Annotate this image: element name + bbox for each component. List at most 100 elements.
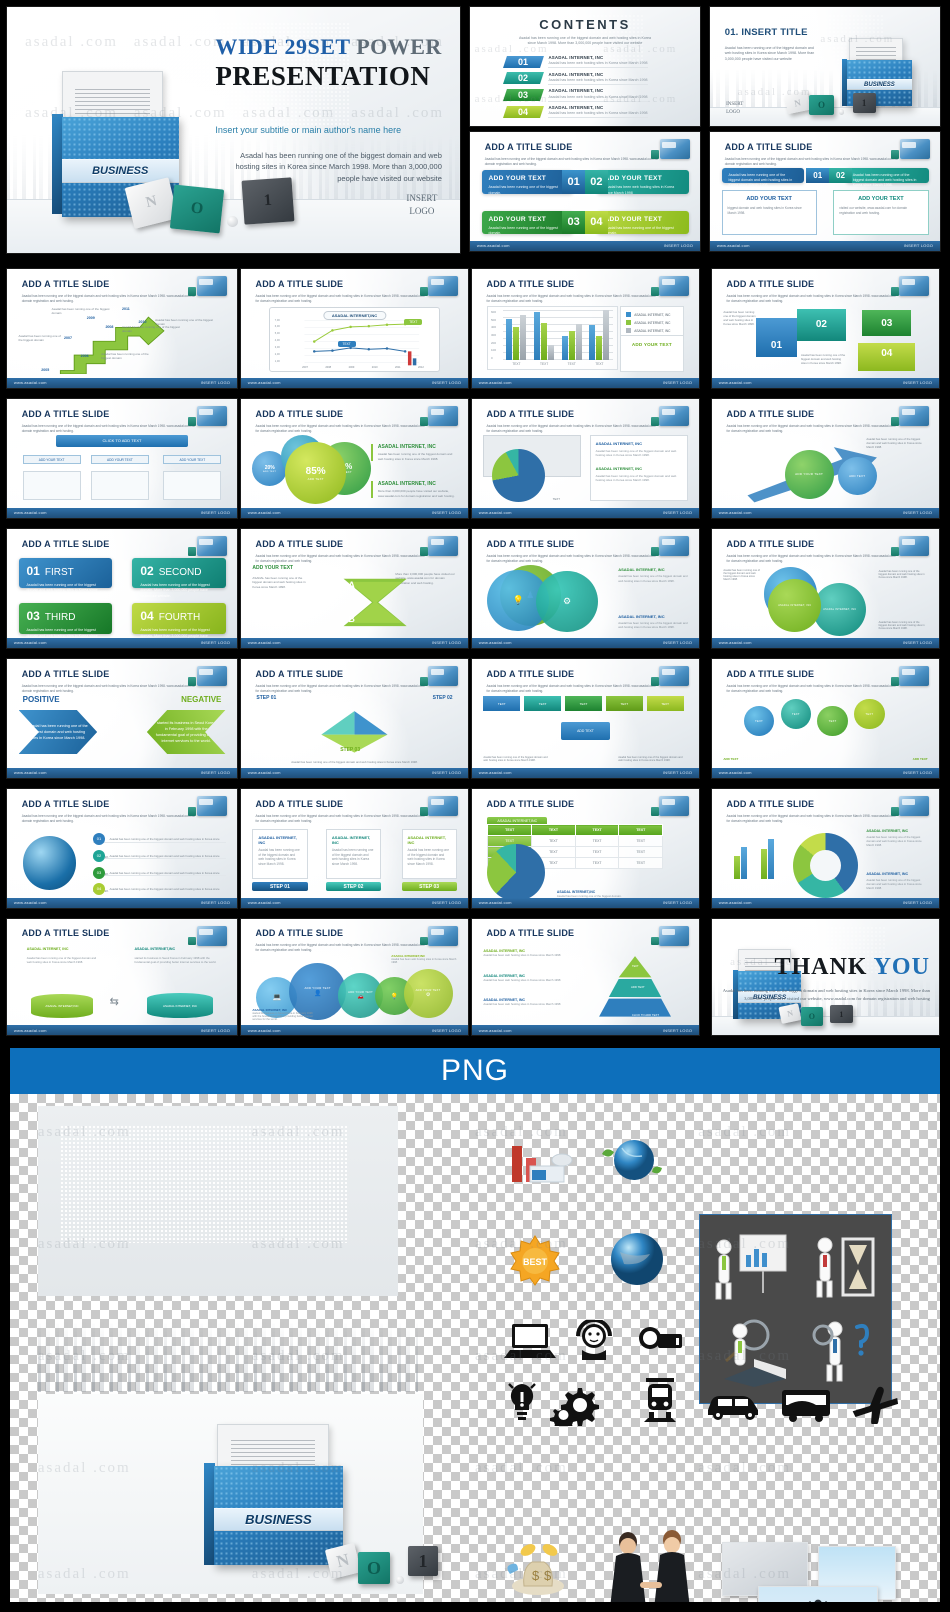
slide-positive-negative[interactable]: ADD A TITLE SLIDE Asadal has been runnin…: [6, 658, 238, 779]
world-map-asset[interactable]: [38, 1106, 398, 1296]
step-tab[interactable]: STEP 01: [252, 882, 308, 891]
laptop-icon[interactable]: [502, 1322, 558, 1367]
slide-hero-title[interactable]: BUSINESS N O 1 WIDE 29SET POWER PRESENTA…: [6, 6, 461, 254]
cylinder-left[interactable]: ASADAL INTERNET,INC: [30, 994, 93, 1019]
photo-frames-asset[interactable]: [722, 1542, 902, 1602]
slide-two-box[interactable]: ADD A TITLE SLIDE Asadal has been runnin…: [709, 131, 941, 252]
slide-insert-title[interactable]: 01. INSERT TITLE Asadal has been running…: [709, 6, 941, 127]
slide-ribbon-numbers[interactable]: ADD A TITLE SLIDE Asadal has been runnin…: [711, 268, 940, 389]
content-box[interactable]: ADD YOUR TEXT visited our website, www.a…: [833, 189, 929, 236]
cluster-circle[interactable]: ASADAL INTERNET, INC: [768, 579, 822, 633]
contents-item[interactable]: 02 ASADAL INTERNET, INC Asadal has been …: [502, 72, 673, 86]
number-card[interactable]: 01 FIRST Asadal has been running one of t…: [18, 557, 112, 598]
row-item[interactable]: 03 Asadal has been running one of the bi…: [93, 861, 226, 893]
tree-node[interactable]: TEXT: [743, 705, 775, 737]
cube-panel[interactable]: ADD YOUR TEXT Asadal has been running on…: [597, 210, 689, 235]
arrow-bubble[interactable]: ADD TEXT: [837, 456, 877, 496]
slide-contents[interactable]: CONTENTS Asadal has been running one of …: [469, 6, 701, 127]
contents-item[interactable]: 04 ASADAL INTERNET, INC Asadal has been …: [502, 105, 673, 119]
ribbon-chip[interactable]: 04: [858, 343, 916, 371]
chip[interactable]: TEXT: [483, 696, 521, 712]
step-card[interactable]: ASADAL INTERNET, INC Asadal has been run…: [401, 828, 457, 879]
tree-node[interactable]: TEXT: [854, 698, 885, 730]
venn-circle[interactable]: ADD YOUR TEXT ⚙: [403, 968, 453, 1018]
ribbon-chip[interactable]: 03: [862, 310, 912, 337]
chip[interactable]: TEXT: [646, 696, 684, 712]
slide-org-chart[interactable]: ADD A TITLE SLIDE Asadal has been runnin…: [6, 398, 238, 519]
step-tab[interactable]: STEP 02: [325, 882, 382, 891]
row-item[interactable]: 04 Asadal has been running one of the bi…: [93, 877, 225, 908]
handshake-businessmen-asset[interactable]: [594, 1526, 706, 1602]
slide-table-pie[interactable]: ADD A TITLE SLIDE ASADAL INTERNET,INC TE…: [471, 788, 700, 909]
tree-node[interactable]: TEXT: [780, 698, 812, 730]
slide-cube-four-panel[interactable]: ADD A TITLE SLIDE Asadal has been runnin…: [469, 131, 701, 252]
cube-panel[interactable]: ADD YOUR TEXT Asadal has been running on…: [481, 210, 573, 235]
slide-three-steps[interactable]: ADD A TITLE SLIDE Asadal has been runnin…: [240, 658, 469, 779]
slide-venn-icons[interactable]: ADD A TITLE SLIDE Asadal has been runnin…: [240, 918, 469, 1036]
plane-icon[interactable]: [850, 1386, 902, 1429]
negative-chevron[interactable]: started its business in Seoul Korea in F…: [146, 709, 226, 755]
slide-arrow-bubbles[interactable]: ADD A TITLE SLIDE Asadal has been runnin…: [711, 398, 940, 519]
slide-thank-you[interactable]: BUSINESS N O 1 THANK YOU Asadal has been…: [711, 918, 940, 1036]
org-root-node[interactable]: CLICK TO ADD TEXT: [55, 434, 189, 448]
gear-icon[interactable]: [550, 1384, 600, 1433]
org-node[interactable]: ADD YOUR TEXT: [22, 455, 81, 465]
car-icon[interactable]: [704, 1390, 764, 1425]
bus-icon[interactable]: [780, 1388, 832, 1427]
slide-pyramid[interactable]: ADD A TITLE SLIDE ASADAL INTERNET, INC A…: [471, 918, 700, 1036]
chip[interactable]: TEXT: [565, 696, 602, 712]
globe-leaf-asset[interactable]: [600, 1132, 666, 1190]
chip[interactable]: TEXT: [605, 696, 643, 712]
org-node[interactable]: ADD YOUR TEXT: [163, 455, 222, 465]
slide-percent-bubbles[interactable]: ADD A TITLE SLIDE Asadal has been runnin…: [240, 398, 469, 519]
positive-chevron[interactable]: Asadal has been running one of the bigge…: [18, 709, 98, 755]
globe-asset[interactable]: [608, 1230, 666, 1288]
figures-dark-panel[interactable]: [699, 1214, 892, 1404]
cylinder-right[interactable]: ASADAL INTERNET, INC: [146, 992, 214, 1019]
slide-timeline-arrow[interactable]: ADD A TITLE SLIDE Asadal has been runnin…: [6, 268, 238, 389]
city-skyline-asset[interactable]: [38, 1322, 418, 1392]
number-card[interactable]: 03 THIRD Asadal has been running one of t…: [18, 603, 112, 643]
slide-step-columns[interactable]: ADD A TITLE SLIDE Asadal has been runnin…: [240, 788, 469, 909]
tree-node[interactable]: TEXT: [817, 705, 848, 737]
slide-line-chart[interactable]: ADD A TITLE SLIDE Asadal has been runnin…: [240, 268, 469, 389]
magnifier-icon[interactable]: [634, 1324, 686, 1361]
slide-number-cards[interactable]: ADD A TITLE SLIDE 01 FIRST Asadal has bee…: [6, 528, 238, 649]
slide-five-chips[interactable]: ADD A TITLE SLIDE Asadal has been runnin…: [471, 658, 700, 779]
row-item[interactable]: 01 Asadal has been running one of the bi…: [93, 827, 226, 859]
center-chip[interactable]: ADD TEXT: [560, 722, 610, 741]
percent-bubble[interactable]: 85% ADD TEXT: [285, 442, 347, 504]
top-panel[interactable]: Asadal has been running one of the bigge…: [721, 167, 805, 187]
row-item[interactable]: 02 Asadal has been running one of the bi…: [93, 844, 226, 876]
step-card[interactable]: ASADAL INTERNET, INC Asadal has been run…: [325, 828, 382, 879]
money-bag-asset[interactable]: $ $: [504, 1534, 574, 1602]
org-node[interactable]: ADD YOUR TEXT: [90, 455, 149, 465]
chart-annotation-box[interactable]: ADD YOUR TEXT: [620, 335, 684, 373]
ribbon-chip[interactable]: 01: [756, 318, 797, 358]
top-panel[interactable]: Asadal has been running one of the bigge…: [845, 167, 929, 187]
slide-ab-hourglass[interactable]: ADD A TITLE SLIDE Asadal has been runnin…: [240, 528, 469, 649]
content-box[interactable]: ADD YOUR TEXT biggest domain and web hos…: [721, 189, 817, 236]
number-card[interactable]: 02 SECOND Asadal has been running one of …: [132, 557, 226, 598]
ribbon-chip[interactable]: 02: [796, 308, 846, 341]
train-icon[interactable]: [640, 1376, 680, 1429]
cube-panel[interactable]: ADD YOUR TEXT Asadal has been running on…: [481, 170, 573, 195]
step-tab[interactable]: STEP 03: [401, 882, 457, 891]
cube-panel[interactable]: ADD YOUR TEXT Asadal has been web hostin…: [597, 170, 689, 195]
bar-chart-asset[interactable]: [506, 1134, 576, 1190]
slide-cylinders[interactable]: ADD A TITLE SLIDE ASADAL INTERNET, INC A…: [6, 918, 238, 1036]
slide-globe-people[interactable]: ADD A TITLE SLIDE Asadal has been runnin…: [6, 788, 238, 909]
bulb-icon[interactable]: [504, 1380, 540, 1429]
chip[interactable]: TEXT: [524, 696, 561, 712]
slide-pie-photo[interactable]: ADD A TITLE SLIDE Asadal has been runnin…: [471, 398, 700, 519]
arrow-bubble[interactable]: ADD YOUR TEXT: [784, 449, 834, 499]
venn-circle[interactable]: ⚙: [536, 571, 598, 633]
slide-bar-chart[interactable]: ADD A TITLE SLIDE Asadal has been runnin…: [471, 268, 700, 389]
slide-three-circles[interactable]: ADD A TITLE SLIDE Asadal has been runnin…: [471, 528, 700, 649]
step-card[interactable]: ASADAL INTERNET, INC Asadal has been run…: [252, 828, 308, 879]
number-card[interactable]: 04 FOURTH Asadal has been running one of …: [132, 603, 226, 643]
headset-person-icon[interactable]: [570, 1318, 618, 1367]
slide-circle-cluster[interactable]: ADD A TITLE SLIDE Asadal has been runnin…: [711, 528, 940, 649]
slide-tree-bubbles[interactable]: ADD A TITLE SLIDE Asadal has been runnin…: [711, 658, 940, 779]
contents-item[interactable]: 01 ASADAL INTERNET, INC Asadal has been …: [502, 55, 673, 69]
